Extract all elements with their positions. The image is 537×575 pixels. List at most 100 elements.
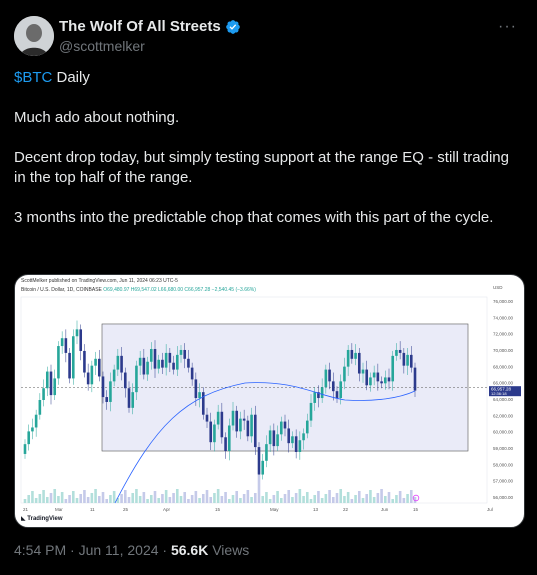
volume-bar (68, 495, 71, 503)
candle-body (294, 436, 298, 452)
volume-bar (265, 492, 268, 503)
candle-body (45, 371, 49, 389)
tweet-date[interactable]: Jun 11, 2024 (79, 542, 159, 558)
volume-bar (79, 494, 83, 503)
candle-body (224, 437, 227, 452)
volume-bar (402, 498, 406, 503)
more-options-icon[interactable]: ··· (498, 18, 517, 36)
avatar[interactable] (14, 16, 54, 56)
tweet-paragraph-4: 3 months into the predictable chop that … (14, 209, 494, 226)
volume-bar (64, 499, 68, 503)
candle-body (235, 410, 239, 432)
candle-body (83, 350, 86, 373)
x-tick-label: 21 (23, 507, 29, 512)
candle-body (112, 369, 116, 382)
volume-bar (86, 497, 90, 503)
y-tick-label: 62,000.00 (493, 413, 514, 418)
volume-bar (179, 496, 183, 503)
candle-body (283, 421, 287, 429)
tradingview-brand: TradingView (27, 516, 63, 522)
candle-body (90, 365, 94, 385)
candle-body (123, 372, 127, 389)
volume-bar (27, 495, 31, 503)
chart-image[interactable]: ScottMelker published on TradingView.com… (14, 274, 525, 528)
volume-bar (354, 495, 357, 503)
volume-bar (279, 498, 283, 503)
volume-bar (261, 496, 265, 503)
volume-bar (172, 493, 175, 503)
candle-body (175, 354, 179, 370)
volume-bar (164, 490, 168, 503)
price-chart: 76,000.00 74,000.00 72,000.00 70,000.00 68,0… (20, 285, 521, 512)
candle-body (31, 427, 34, 432)
candle-body (53, 378, 57, 396)
candle-body (153, 348, 157, 369)
volume-bar (383, 496, 387, 503)
volume-bar (97, 496, 101, 503)
volume-bar (146, 499, 149, 503)
volume-bar (38, 494, 42, 503)
volume-bar (49, 493, 53, 503)
volume-bar (309, 499, 313, 503)
views-label: Views (208, 542, 250, 558)
tweet-paragraph-2: Much ado about nothing. (14, 109, 180, 126)
cashtag-link[interactable]: $BTC (14, 69, 52, 86)
tweet-time[interactable]: 4:54 PM (14, 542, 66, 558)
tweet-line-1-rest: Daily (52, 69, 90, 86)
candle-body (380, 381, 383, 384)
candle-body (331, 381, 335, 392)
candle-body (146, 361, 149, 375)
meta-separator: · (162, 542, 171, 558)
candle-body (138, 357, 142, 366)
volume-bar (320, 498, 324, 503)
user-handle[interactable]: @scottmelker (59, 38, 145, 54)
candle-body (387, 377, 391, 382)
candle-body (71, 336, 75, 379)
volume-bar (149, 495, 153, 503)
currency-label: USD (493, 285, 503, 290)
candle-body (49, 371, 53, 396)
volume-bar (328, 490, 331, 503)
candle-body (60, 338, 64, 347)
candle-body (391, 355, 395, 382)
candle-body (313, 392, 317, 403)
candle-body (276, 434, 279, 447)
candle-body (398, 349, 402, 353)
display-name[interactable]: The Wolf Of All Streets (59, 18, 241, 35)
volume-bar (34, 498, 38, 503)
candle-body (409, 354, 413, 368)
volume-bar (350, 499, 354, 503)
candle-body (279, 421, 283, 435)
volume-bar (216, 489, 220, 503)
candle-body (97, 358, 101, 377)
candle-body (361, 369, 365, 374)
volume-bar (168, 497, 172, 503)
y-tick-label: 57,000.00 (493, 479, 514, 484)
volume-bar (135, 489, 138, 503)
volume-bar (201, 494, 205, 503)
candle-body (231, 410, 235, 426)
volume-bar (75, 498, 79, 503)
volume-bar (313, 495, 317, 503)
volume-bar (409, 490, 413, 503)
candle-body (239, 418, 242, 432)
views-count: 56.6K (170, 542, 209, 558)
volume-bar (227, 499, 231, 503)
candle-body (265, 444, 268, 461)
x-tick-label: Mar (55, 507, 63, 512)
candle-body (376, 372, 380, 382)
volume-bar (101, 492, 105, 503)
meta-separator: · (70, 542, 79, 558)
volume-bar (294, 493, 298, 503)
display-name-text: The Wolf Of All Streets (59, 18, 221, 35)
candle-body (161, 359, 164, 368)
volume-bar (45, 497, 49, 503)
candle-body (309, 402, 313, 421)
candle-body (168, 352, 172, 363)
candle-body (75, 329, 79, 337)
volume-bar (335, 493, 339, 503)
y-tick-label: 76,000.00 (493, 299, 514, 304)
candle-body (369, 377, 372, 386)
volume-bar (105, 499, 109, 503)
candle-body (227, 425, 231, 452)
